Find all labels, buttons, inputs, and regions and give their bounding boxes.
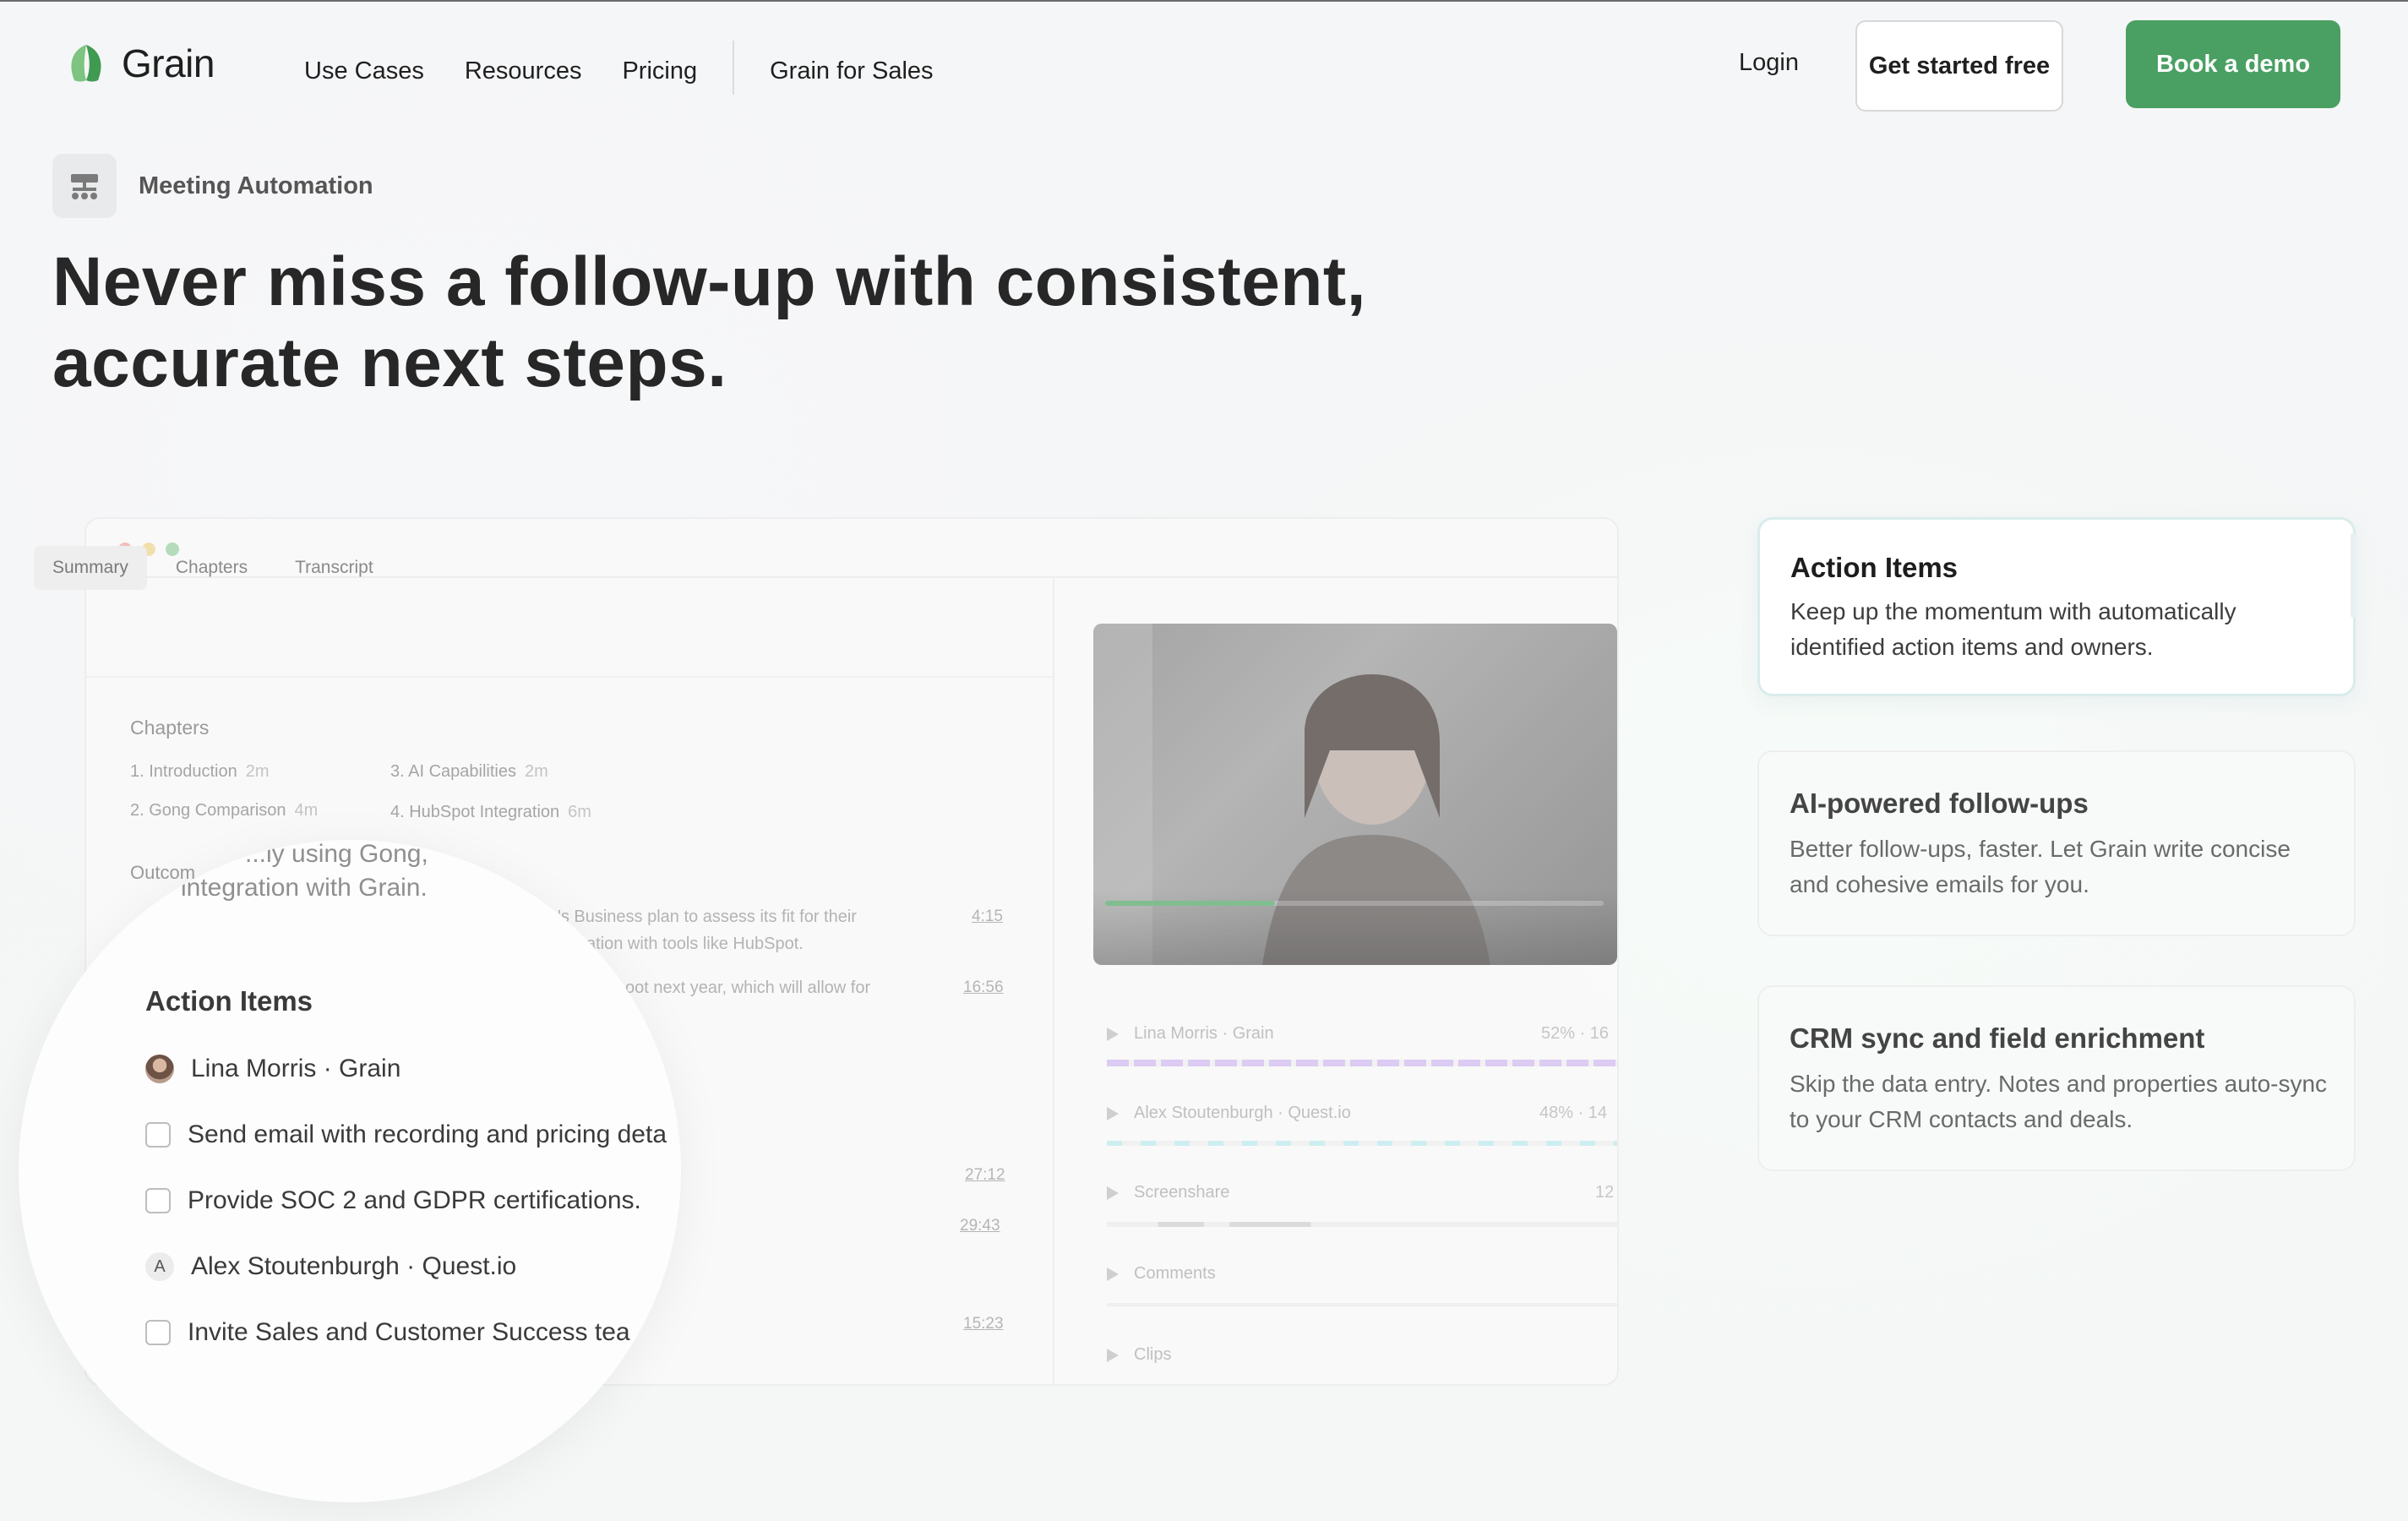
feature-title: AI-powered follow-ups xyxy=(1790,788,2089,819)
owner-name: Lina Morris · Grain xyxy=(191,1055,401,1082)
brand-logo[interactable]: Grain xyxy=(64,41,215,86)
chapter-item[interactable]: 1. Introduction 2m xyxy=(130,762,270,782)
timestamp-link[interactable]: 16:56 xyxy=(963,979,1004,997)
play-icon xyxy=(1107,1186,1119,1200)
action-owner: Lina Morris · Grain xyxy=(145,1055,400,1083)
chapters-heading: Chapters xyxy=(130,717,210,739)
action-item[interactable]: Send email with recording and pricing de… xyxy=(145,1120,667,1149)
checkbox[interactable] xyxy=(145,1188,171,1213)
track-percent: 48% · 14 xyxy=(1539,1104,1608,1122)
primary-nav: Use Cases Resources Pricing Grain for Sa… xyxy=(304,41,974,95)
tab-transcript[interactable]: Transcript xyxy=(276,546,392,590)
category-label: Meeting Automation xyxy=(139,172,373,199)
nav-link-resources[interactable]: Resources xyxy=(465,57,582,85)
checkbox[interactable] xyxy=(145,1320,171,1345)
nav-divider xyxy=(733,41,735,95)
headline-line-2: accurate next steps. xyxy=(52,324,727,401)
action-item[interactable]: Provide SOC 2 and GDPR certifications. xyxy=(145,1186,641,1215)
track-label[interactable]: Comments xyxy=(1107,1264,1216,1284)
nav-link-grain-for-sales[interactable]: Grain for Sales xyxy=(770,57,933,85)
feature-description: Skip the data entry. Notes and propertie… xyxy=(1790,1071,2328,1132)
action-items-heading: Action Items xyxy=(145,985,313,1017)
tabs-divider xyxy=(84,676,1053,678)
video-progress-track[interactable] xyxy=(1105,901,1604,906)
timestamp-link[interactable]: 4:15 xyxy=(972,908,1003,926)
video-progress-fill xyxy=(1105,901,1275,906)
book-demo-button[interactable]: Book a demo xyxy=(2126,20,2340,108)
play-icon xyxy=(1107,1027,1119,1041)
comments-timeline[interactable] xyxy=(1107,1303,1617,1306)
timestamp-link[interactable]: 29:43 xyxy=(960,1217,1000,1235)
track-label[interactable]: Clips xyxy=(1107,1345,1171,1365)
feature-title: CRM sync and field enrichment xyxy=(1790,1022,2205,1054)
owner-name: Alex Stoutenburgh · Quest.io xyxy=(191,1252,517,1280)
speaker-timeline[interactable] xyxy=(1107,1060,1617,1066)
login-link[interactable]: Login xyxy=(1739,49,1799,77)
tab-summary[interactable]: Summary xyxy=(34,546,147,590)
action-items-magnifier: ...ly using Gong, integration with Grain… xyxy=(19,840,681,1502)
chapter-item[interactable]: 4. HubSpot Integration 6m xyxy=(390,803,591,822)
timestamp-link[interactable]: 15:23 xyxy=(963,1315,1004,1333)
meeting-automation-icon xyxy=(52,154,117,218)
track-percent: 12 xyxy=(1595,1183,1615,1202)
feature-title: Action Items xyxy=(1790,552,1959,583)
feature-card-ai-followups[interactable]: AI-powered follow-ups Better follow-ups,… xyxy=(1757,750,2356,936)
nav-link-pricing[interactable]: Pricing xyxy=(622,57,697,85)
feature-description: Keep up the momentum with automatically … xyxy=(1790,598,2236,660)
timestamp-link[interactable]: 27:12 xyxy=(965,1166,1005,1185)
grain-leaf-icon xyxy=(71,45,101,82)
headline-line-1: Never miss a follow-up with consistent, xyxy=(52,243,1366,320)
faint-transcript-line: ...ly using Gong, xyxy=(245,840,428,868)
checkbox[interactable] xyxy=(145,1122,171,1148)
play-icon xyxy=(1107,1348,1119,1362)
feature-description: Better follow-ups, faster. Let Grain wri… xyxy=(1790,836,2291,897)
action-item-text: Send email with recording and pricing de… xyxy=(188,1120,667,1148)
avatar xyxy=(145,1055,174,1083)
summary-line: oot next year, which will allow for xyxy=(625,979,871,997)
summary-line: ation with tools like HubSpot. xyxy=(586,935,804,953)
track-label[interactable]: Lina Morris · Grain xyxy=(1107,1024,1274,1044)
meeting-video-player[interactable] xyxy=(1093,624,1617,965)
play-icon xyxy=(1107,1106,1119,1120)
nav-link-use-cases[interactable]: Use Cases xyxy=(304,57,424,85)
speaker-timeline[interactable] xyxy=(1107,1141,1617,1146)
track-label[interactable]: Alex Stoutenburgh · Quest.io xyxy=(1107,1104,1351,1123)
faint-transcript-line: integration with Grain. xyxy=(181,874,428,902)
screenshare-timeline[interactable] xyxy=(1107,1222,1617,1227)
summary-tabs: Summary Chapters Transcript xyxy=(34,546,402,590)
chapter-item[interactable]: 3. AI Capabilities 2m xyxy=(390,762,548,782)
track-label[interactable]: Screenshare xyxy=(1107,1183,1229,1202)
active-indicator xyxy=(2351,533,2356,618)
brand-name: Grain xyxy=(122,41,215,85)
action-item-text: Provide SOC 2 and GDPR certifications. xyxy=(188,1186,641,1214)
top-nav: Grain Use Cases Resources Pricing Grain … xyxy=(0,0,2408,131)
track-percent: 52% · 16 xyxy=(1541,1024,1610,1043)
get-started-button[interactable]: Get started free xyxy=(1855,20,2063,112)
action-item-text: Invite Sales and Customer Success tea xyxy=(188,1318,630,1346)
action-owner: A Alex Stoutenburgh · Quest.io xyxy=(145,1252,516,1281)
action-item[interactable]: Invite Sales and Customer Success tea xyxy=(145,1318,630,1347)
tab-chapters[interactable]: Chapters xyxy=(157,546,266,590)
chapter-item[interactable]: 2. Gong Comparison 4m xyxy=(130,801,318,820)
play-icon xyxy=(1107,1267,1119,1281)
hero-headline: Never miss a follow-up with consistent, … xyxy=(52,242,1489,404)
feature-card-crm-sync[interactable]: CRM sync and field enrichment Skip the d… xyxy=(1757,985,2356,1171)
avatar: A xyxy=(145,1252,174,1281)
summary-line: 's Business plan to assess its fit for t… xyxy=(558,908,857,926)
feature-card-action-items[interactable]: Action Items Keep up the momentum with a… xyxy=(1757,517,2356,696)
